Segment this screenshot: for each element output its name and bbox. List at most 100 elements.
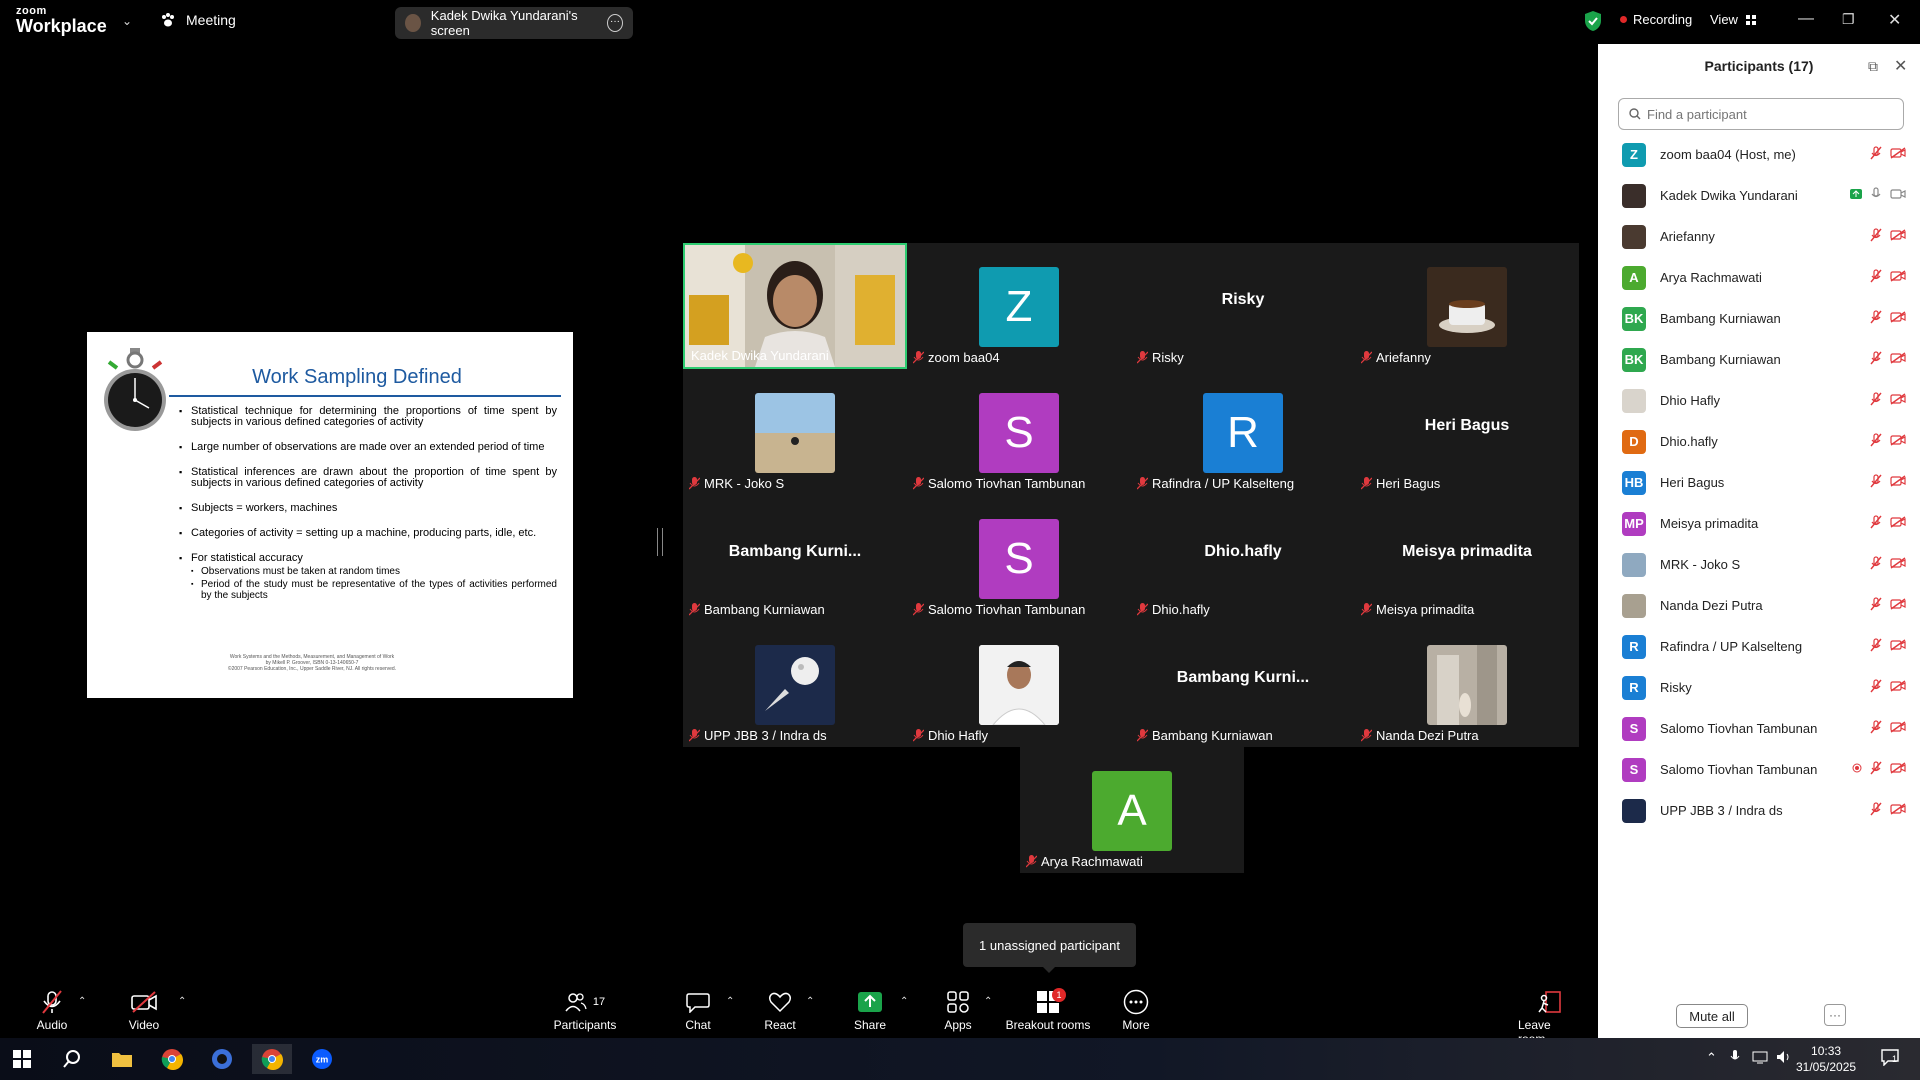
- mic-muted-icon[interactable]: [1870, 761, 1882, 775]
- split-divider-handle[interactable]: [657, 528, 663, 556]
- video-off-icon[interactable]: [1890, 762, 1906, 774]
- react-options-caret-icon[interactable]: ⌃: [806, 996, 814, 1007]
- audio-options-caret-icon[interactable]: ⌃: [78, 996, 86, 1007]
- apps-button[interactable]: Apps: [940, 980, 976, 1038]
- video-off-icon[interactable]: [1890, 721, 1906, 733]
- chevron-up-icon[interactable]: ⌃: [1706, 1050, 1717, 1066]
- chrome-active-icon[interactable]: [252, 1044, 292, 1074]
- shield-check-icon[interactable]: [1584, 10, 1602, 32]
- participant-search[interactable]: [1618, 98, 1904, 130]
- notification-icon[interactable]: 1: [1880, 1048, 1900, 1069]
- video-off-icon[interactable]: [1890, 311, 1906, 323]
- more-options-button[interactable]: ···: [1824, 1004, 1846, 1026]
- participant-row[interactable]: Dhio Hafly: [1598, 380, 1920, 421]
- meeting-button[interactable]: Meeting: [160, 12, 236, 28]
- participant-row[interactable]: A Arya Rachmawati: [1598, 257, 1920, 298]
- mic-muted-icon[interactable]: [1870, 392, 1882, 406]
- video-tile[interactable]: Dhio.hafly Dhio.hafly: [1131, 495, 1355, 621]
- mic-muted-icon[interactable]: [1870, 597, 1882, 611]
- network-icon[interactable]: [1752, 1050, 1768, 1067]
- microphone-icon[interactable]: [1730, 1050, 1740, 1067]
- minimize-icon[interactable]: —: [1798, 10, 1814, 28]
- video-tile[interactable]: Nanda Dezi Putra: [1355, 621, 1579, 747]
- video-off-icon[interactable]: [1890, 434, 1906, 446]
- video-tile[interactable]: Bambang Kurni... Bambang Kurniawan: [683, 495, 907, 621]
- share-button[interactable]: Share: [852, 980, 888, 1038]
- video-off-icon[interactable]: [1890, 516, 1906, 528]
- share-options-caret-icon[interactable]: ⌃: [900, 996, 908, 1007]
- leave-room-button[interactable]: Leave room: [1518, 980, 1580, 1046]
- video-tile[interactable]: Kadek Dwika Yundarani: [683, 243, 907, 369]
- video-off-icon[interactable]: [1890, 229, 1906, 241]
- audio-button[interactable]: Audio: [34, 980, 70, 1038]
- video-tile[interactable]: UPP JBB 3 / Indra ds: [683, 621, 907, 747]
- video-off-icon[interactable]: [1890, 598, 1906, 610]
- video-tile[interactable]: Heri Bagus Heri Bagus: [1355, 369, 1579, 495]
- participant-row[interactable]: S Salomo Tiovhan Tambunan: [1598, 708, 1920, 749]
- mic-muted-icon[interactable]: [1870, 433, 1882, 447]
- participant-row[interactable]: UPP JBB 3 / Indra ds: [1598, 790, 1920, 831]
- search-input[interactable]: [1647, 106, 1887, 122]
- chat-options-caret-icon[interactable]: ⌃: [726, 996, 734, 1007]
- video-tile[interactable]: Meisya primadita Meisya primadita: [1355, 495, 1579, 621]
- participant-row[interactable]: R Rafindra / UP Kalselteng: [1598, 626, 1920, 667]
- more-icon[interactable]: ···: [606, 14, 623, 32]
- close-icon[interactable]: ✕: [1888, 10, 1901, 30]
- file-explorer-icon[interactable]: [102, 1044, 142, 1074]
- volume-icon[interactable]: [1776, 1050, 1792, 1067]
- mic-muted-icon[interactable]: [1870, 269, 1882, 283]
- participant-row[interactable]: Nanda Dezi Putra: [1598, 585, 1920, 626]
- mic-muted-icon[interactable]: [1870, 351, 1882, 365]
- video-off-icon[interactable]: [1890, 475, 1906, 487]
- mute-all-button[interactable]: Mute all: [1676, 1004, 1748, 1028]
- mic-muted-icon[interactable]: [1870, 474, 1882, 488]
- mic-muted-icon[interactable]: [1870, 679, 1882, 693]
- taskbar-clock[interactable]: 10:33 31/05/2025: [1796, 1043, 1856, 1075]
- maximize-icon[interactable]: ❐: [1842, 11, 1855, 28]
- breakout-rooms-button[interactable]: Breakout rooms: [1000, 980, 1096, 1038]
- video-button[interactable]: Video: [126, 980, 162, 1038]
- apps-options-caret-icon[interactable]: ⌃: [984, 996, 992, 1007]
- react-button[interactable]: React: [762, 980, 798, 1038]
- mic-muted-icon[interactable]: [1870, 720, 1882, 734]
- zoom-taskbar-icon[interactable]: zm: [302, 1044, 342, 1074]
- video-tile[interactable]: Dhio Hafly: [907, 621, 1131, 747]
- pop-out-icon[interactable]: ⧉: [1868, 58, 1878, 75]
- video-tile[interactable]: Risky Risky: [1131, 243, 1355, 369]
- view-button[interactable]: View: [1710, 12, 1756, 27]
- chevron-down-icon[interactable]: ⌄: [122, 14, 132, 28]
- video-off-icon[interactable]: [1890, 557, 1906, 569]
- participant-row[interactable]: Ariefanny: [1598, 216, 1920, 257]
- participant-row[interactable]: MRK - Joko S: [1598, 544, 1920, 585]
- video-tile[interactable]: R Rafindra / UP Kalselteng: [1131, 369, 1355, 495]
- participants-button[interactable]: 17 Participants: [552, 980, 618, 1038]
- participant-row[interactable]: Kadek Dwika Yundarani: [1598, 175, 1920, 216]
- video-off-icon[interactable]: [1890, 352, 1906, 364]
- participant-row[interactable]: S Salomo Tiovhan Tambunan: [1598, 749, 1920, 790]
- video-tile[interactable]: MRK - Joko S: [683, 369, 907, 495]
- video-icon[interactable]: [1890, 188, 1906, 200]
- video-off-icon[interactable]: [1890, 803, 1906, 815]
- participant-row[interactable]: R Risky: [1598, 667, 1920, 708]
- chrome-icon[interactable]: [152, 1044, 192, 1074]
- video-tile[interactable]: Ariefanny: [1355, 243, 1579, 369]
- chat-button[interactable]: Chat: [680, 980, 716, 1038]
- video-tile[interactable]: A Arya Rachmawati: [1020, 747, 1244, 873]
- video-tile[interactable]: Bambang Kurni... Bambang Kurniawan: [1131, 621, 1355, 747]
- participant-row[interactable]: BK Bambang Kurniawan: [1598, 298, 1920, 339]
- mic-muted-icon[interactable]: [1870, 146, 1882, 160]
- search-icon[interactable]: [52, 1044, 92, 1074]
- video-off-icon[interactable]: [1890, 270, 1906, 282]
- mic-muted-icon[interactable]: [1870, 802, 1882, 816]
- mic-muted-icon[interactable]: [1870, 638, 1882, 652]
- mic-muted-icon[interactable]: [1870, 228, 1882, 242]
- windows-start-icon[interactable]: [2, 1044, 42, 1074]
- video-off-icon[interactable]: [1890, 147, 1906, 159]
- video-options-caret-icon[interactable]: ⌃: [178, 996, 186, 1007]
- video-tile[interactable]: S Salomo Tiovhan Tambunan: [907, 495, 1131, 621]
- participant-row[interactable]: MP Meisya primadita: [1598, 503, 1920, 544]
- participant-row[interactable]: Zzoom baa04 (Host, me): [1598, 134, 1920, 175]
- more-button[interactable]: More: [1118, 980, 1154, 1038]
- video-tile[interactable]: S Salomo Tiovhan Tambunan: [907, 369, 1131, 495]
- mic-muted-icon[interactable]: [1870, 556, 1882, 570]
